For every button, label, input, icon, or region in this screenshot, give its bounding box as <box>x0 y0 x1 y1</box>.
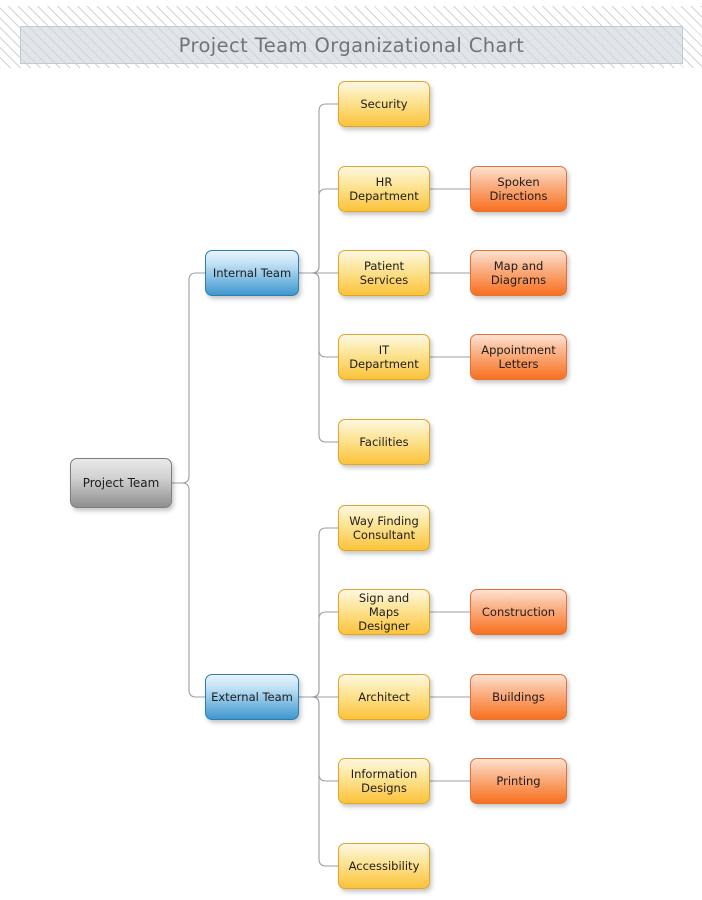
node-buildings[interactable]: Buildings <box>470 674 567 720</box>
node-label: HR Department <box>349 174 419 203</box>
node-facilities[interactable]: Facilities <box>338 419 430 465</box>
node-label: Accessibility <box>348 858 420 873</box>
connector-internal-to-it <box>298 272 339 358</box>
connector-internal-to-facilities <box>298 272 339 443</box>
node-label: Architect <box>358 689 410 704</box>
node-label: Appointment Letters <box>481 342 556 371</box>
node-appoint[interactable]: Appointment Letters <box>470 334 567 380</box>
connector-root-to-internal <box>171 272 206 484</box>
node-access[interactable]: Accessibility <box>338 843 430 889</box>
node-label: Project Team <box>82 475 160 490</box>
node-label: Facilities <box>359 434 409 449</box>
node-label: Spoken Directions <box>489 174 548 203</box>
node-label: Patient Services <box>359 258 409 287</box>
node-signmaps[interactable]: Sign and Maps Designer <box>338 589 430 635</box>
connector-external-to-access <box>298 696 339 867</box>
node-label: Information Designs <box>350 766 418 795</box>
node-patient[interactable]: Patient Services <box>338 250 430 296</box>
node-label: Sign and Maps Designer <box>358 590 410 633</box>
node-internal[interactable]: Internal Team <box>205 250 299 296</box>
node-external[interactable]: External Team <box>205 674 299 720</box>
node-printing[interactable]: Printing <box>470 758 567 804</box>
connector-root-to-external <box>171 482 206 698</box>
node-label: Printing <box>496 773 541 788</box>
node-hr[interactable]: HR Department <box>338 166 430 212</box>
node-wayfind[interactable]: Way Finding Consultant <box>338 505 430 551</box>
title-bar: Project Team Organizational Chart <box>20 26 683 64</box>
node-mapdiag[interactable]: Map and Diagrams <box>470 250 567 296</box>
node-label: Construction <box>481 604 556 619</box>
connector-external-to-signmaps <box>298 611 339 698</box>
node-label: Map and Diagrams <box>490 258 547 287</box>
connector-internal-to-hr <box>298 188 339 274</box>
connector-external-to-infodesign <box>298 696 339 782</box>
connector-internal-to-security <box>298 103 339 274</box>
node-root[interactable]: Project Team <box>70 458 172 508</box>
node-spoken[interactable]: Spoken Directions <box>470 166 567 212</box>
node-label: Way Finding Consultant <box>349 513 419 542</box>
node-architect[interactable]: Architect <box>338 674 430 720</box>
node-it[interactable]: IT Department <box>338 334 430 380</box>
node-label: Internal Team <box>212 265 292 280</box>
node-label: Security <box>360 96 408 111</box>
node-construct[interactable]: Construction <box>470 589 567 635</box>
node-label: IT Department <box>349 342 419 371</box>
node-label: External Team <box>211 689 293 704</box>
node-infodesign[interactable]: Information Designs <box>338 758 430 804</box>
node-security[interactable]: Security <box>338 81 430 127</box>
title-banner: Project Team Organizational Chart <box>0 6 702 68</box>
node-label: Buildings <box>492 689 545 704</box>
page-title: Project Team Organizational Chart <box>178 33 525 57</box>
connector-external-to-wayfind <box>298 527 339 698</box>
